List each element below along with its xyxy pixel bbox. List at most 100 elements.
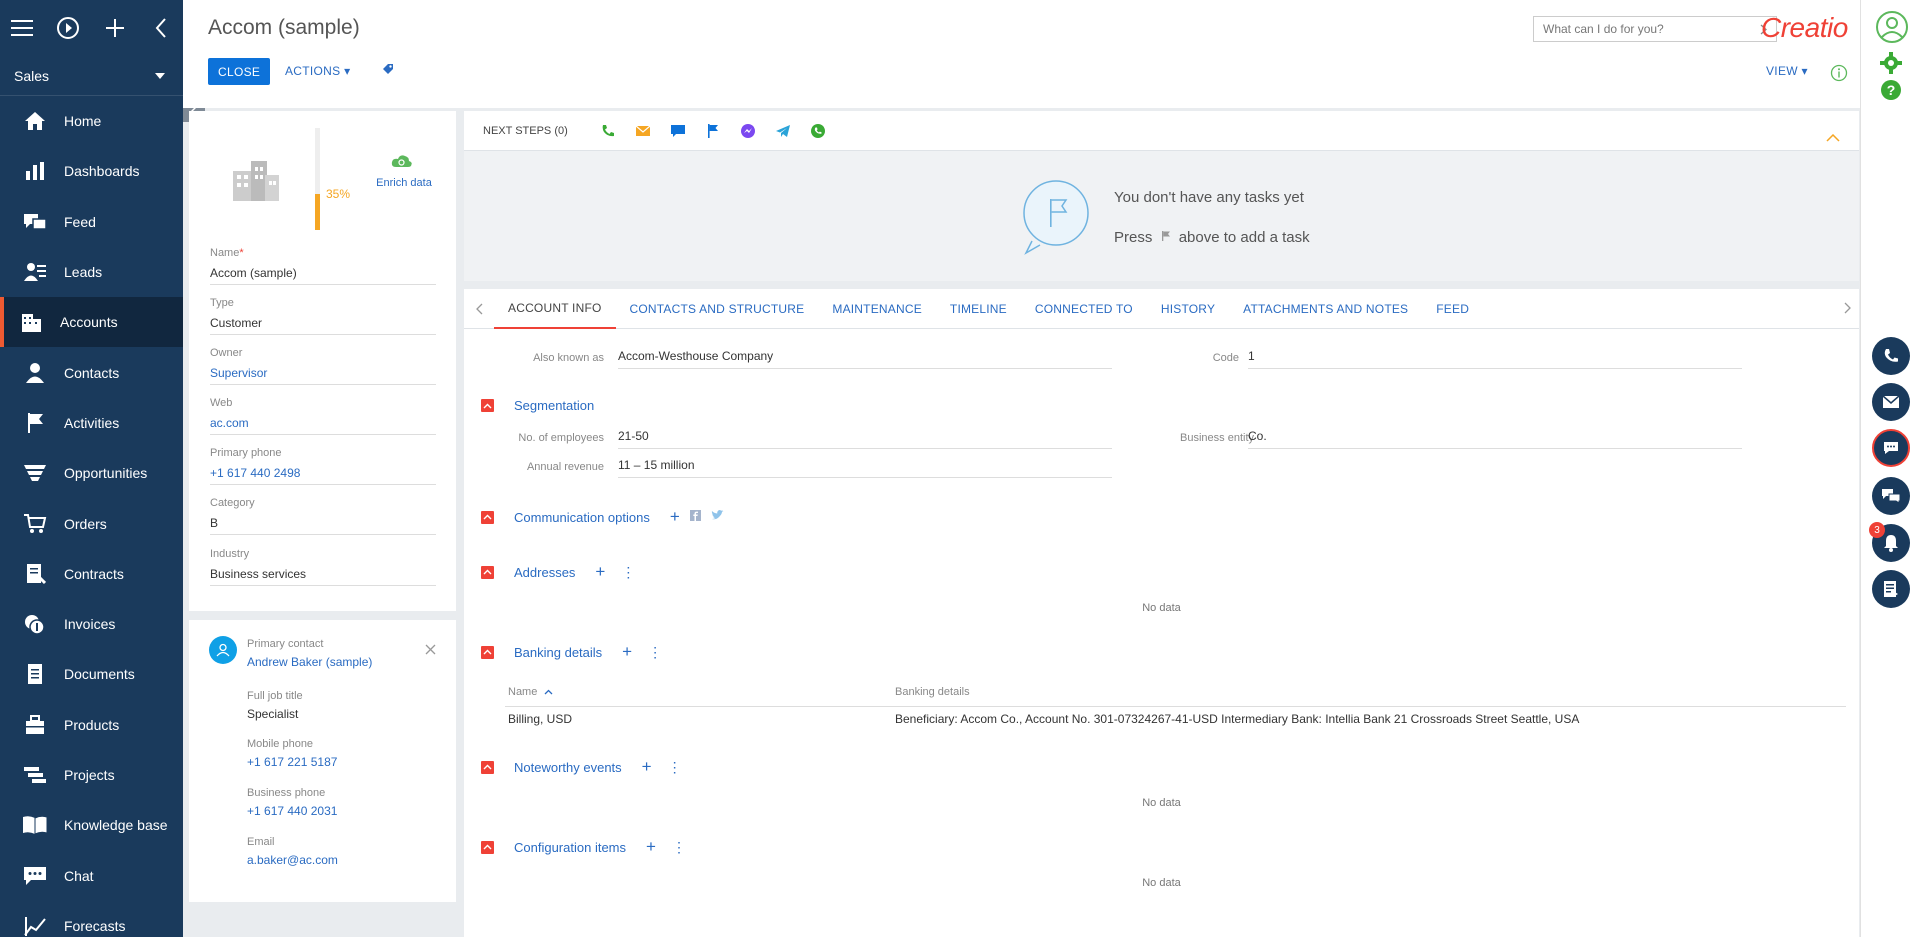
whatsapp-icon[interactable]	[808, 121, 828, 141]
tab-maintenance[interactable]: MAINTENANCE	[818, 289, 936, 329]
help-icon[interactable]: ?	[1880, 79, 1902, 106]
type-value[interactable]: Customer	[210, 316, 436, 335]
cloud-search-icon[interactable]	[390, 153, 414, 174]
tabs-scroll-left[interactable]	[464, 303, 494, 315]
telegram-icon[interactable]	[773, 121, 793, 141]
actions-button[interactable]: ACTIONS ▾	[285, 64, 350, 78]
add-icon[interactable]: +	[622, 642, 632, 662]
sidebar-item-invoices[interactable]: Invoices	[0, 599, 183, 649]
primary-phone-value[interactable]: +1 617 440 2498	[210, 466, 436, 485]
employees-field[interactable]: 21-50	[618, 429, 1112, 449]
tab-attachments-and-notes[interactable]: ATTACHMENTS AND NOTES	[1229, 289, 1422, 329]
tab-timeline[interactable]: TIMELINE	[936, 289, 1021, 329]
add-icon[interactable]: +	[595, 562, 605, 582]
code-field[interactable]: 1	[1248, 349, 1742, 369]
collapse-group-icon[interactable]	[481, 840, 494, 854]
communication-options-group[interactable]: Communication options +	[481, 507, 724, 527]
web-value[interactable]: ac.com	[210, 416, 436, 435]
gear-icon[interactable]	[1880, 52, 1902, 79]
twitter-icon[interactable]	[711, 508, 724, 526]
contact-mobile-phone-value[interactable]: +1 617 221 5187	[247, 755, 447, 769]
name-value[interactable]: Accom (sample)	[210, 266, 436, 285]
also-known-as-field[interactable]: Accom-Westhouse Company	[618, 349, 1112, 369]
menu-icon[interactable]	[10, 15, 34, 41]
collapse-group-icon[interactable]	[481, 565, 494, 579]
sidebar-item-opportunities[interactable]: Opportunities	[0, 448, 183, 498]
revenue-field[interactable]: 11 – 15 million	[618, 458, 1112, 478]
sidebar-item-products[interactable]: Products	[0, 700, 183, 750]
owner-value[interactable]: Supervisor	[210, 366, 436, 385]
banking-details-group[interactable]: Banking details + ⋮	[481, 642, 662, 662]
category-value[interactable]: B	[210, 516, 436, 535]
tag-icon[interactable]	[381, 62, 395, 81]
sidebar-item-chat[interactable]: Chat	[0, 850, 183, 900]
add-icon[interactable]: +	[646, 837, 656, 857]
command-search-input[interactable]: What can I do for you?	[1533, 16, 1777, 42]
sidebar-item-dashboards[interactable]: Dashboards	[0, 146, 183, 196]
contact-email-value[interactable]: a.baker@ac.com	[247, 853, 447, 867]
collapse-group-icon[interactable]	[481, 645, 494, 659]
tab-account-info[interactable]: ACCOUNT INFO	[494, 289, 616, 329]
more-options-icon[interactable]: ⋮	[648, 644, 662, 661]
collapse-group-icon[interactable]	[481, 760, 494, 774]
business-entity-field[interactable]: Co.	[1248, 429, 1742, 449]
sidebar-item-knowledge-base[interactable]: Knowledge base	[0, 800, 183, 850]
sidebar-item-contacts[interactable]: Contacts	[0, 347, 183, 397]
close-button[interactable]: CLOSE	[208, 58, 271, 85]
tab-contacts-and-structure[interactable]: CONTACTS AND STRUCTURE	[616, 289, 819, 329]
bank-col-details[interactable]: Banking details	[895, 686, 970, 698]
back-icon[interactable]	[149, 15, 173, 41]
close-icon[interactable]	[425, 642, 436, 660]
noteworthy-events-group[interactable]: Noteworthy events + ⋮	[481, 757, 682, 777]
contact-business-phone-value[interactable]: +1 617 440 2031	[247, 804, 447, 818]
tasks-button[interactable]	[1872, 570, 1910, 608]
primary-contact-name[interactable]: Andrew Baker (sample)	[247, 655, 447, 669]
sidebar-item-activities[interactable]: Activities	[0, 398, 183, 448]
next-steps-label[interactable]: NEXT STEPS (0)	[483, 125, 568, 137]
industry-value[interactable]: Business services	[210, 567, 436, 586]
chat-button[interactable]	[1872, 429, 1910, 467]
sidebar-item-orders[interactable]: Orders	[0, 498, 183, 548]
facebook-icon[interactable]	[689, 508, 701, 526]
more-options-icon[interactable]: ⋮	[621, 564, 635, 581]
call-icon[interactable]	[598, 121, 618, 141]
sidebar-item-accounts[interactable]: Accounts	[0, 297, 183, 348]
add-icon[interactable]: +	[642, 757, 652, 777]
feed-button[interactable]	[1872, 477, 1910, 515]
bank-row-details[interactable]: Beneficiary: Accom Co., Account No. 301-…	[895, 712, 1579, 726]
collapse-icon[interactable]	[1826, 129, 1840, 147]
tab-history[interactable]: HISTORY	[1147, 289, 1229, 329]
tabs-scroll-right[interactable]	[1844, 301, 1851, 319]
sidebar-item-projects[interactable]: Projects	[0, 750, 183, 800]
view-button[interactable]: VIEW ▾	[1766, 64, 1808, 78]
sidebar-item-forecasts[interactable]: Forecasts	[0, 901, 183, 937]
user-profile-icon[interactable]	[1875, 10, 1909, 49]
add-icon[interactable]	[103, 15, 127, 41]
sidebar-item-leads[interactable]: Leads	[0, 247, 183, 297]
message-icon[interactable]	[668, 121, 688, 141]
tab-connected-to[interactable]: CONNECTED TO	[1021, 289, 1147, 329]
tab-feed[interactable]: FEED	[1422, 289, 1483, 329]
bank-col-name[interactable]: Name	[508, 686, 553, 698]
segmentation-group[interactable]: Segmentation	[481, 398, 594, 413]
flag-icon[interactable]	[703, 121, 723, 141]
info-icon[interactable]	[1830, 64, 1848, 87]
sidebar-item-home[interactable]: Home	[0, 96, 183, 146]
bank-row-name[interactable]: Billing, USD	[508, 712, 572, 726]
run-process-icon[interactable]	[56, 15, 80, 41]
add-icon[interactable]: +	[670, 507, 680, 527]
configuration-items-group[interactable]: Configuration items + ⋮	[481, 837, 686, 857]
phone-button[interactable]	[1872, 337, 1910, 375]
email-button[interactable]	[1872, 383, 1910, 421]
sidebar-item-documents[interactable]: Documents	[0, 649, 183, 699]
more-options-icon[interactable]: ⋮	[672, 839, 686, 856]
email-icon[interactable]	[633, 121, 653, 141]
sidebar-item-contracts[interactable]: Contracts	[0, 549, 183, 599]
sidebar-item-feed[interactable]: Feed	[0, 197, 183, 247]
addresses-group[interactable]: Addresses + ⋮	[481, 562, 635, 582]
enrich-data-link[interactable]: Enrich data	[374, 177, 434, 189]
workplace-selector[interactable]: Sales	[0, 56, 183, 96]
messenger-icon[interactable]	[738, 121, 758, 141]
collapse-group-icon[interactable]	[481, 399, 494, 412]
collapse-group-icon[interactable]	[481, 510, 494, 524]
